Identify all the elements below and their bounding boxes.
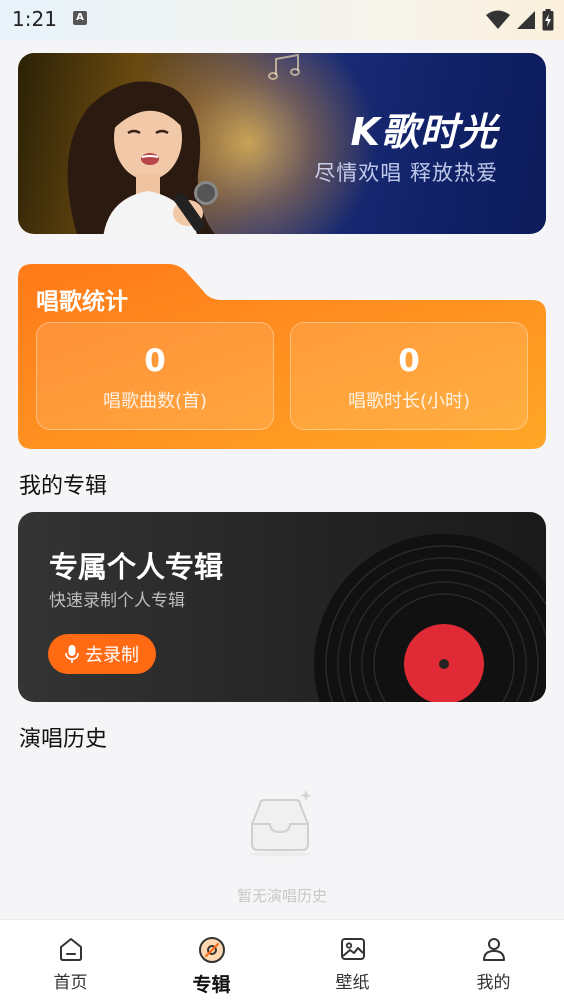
disc-icon <box>198 937 225 963</box>
stat-song-count-value: 0 <box>144 343 166 379</box>
stats-title: 唱歌统计 <box>36 289 128 315</box>
battery-charging-icon <box>542 9 554 31</box>
stat-duration-label: 唱歌时长(小时) <box>347 391 471 412</box>
tab-profile-label: 我的 <box>476 973 511 993</box>
status-icons <box>486 9 554 31</box>
tab-profile[interactable]: 我的 <box>423 920 564 1004</box>
tab-home-label: 首页 <box>53 973 88 993</box>
hero-banner[interactable]: K歌时光 尽情欢唱 释放热爱 <box>18 53 546 234</box>
tab-album-label: 专辑 <box>192 974 231 996</box>
bottom-tabbar: 首页 专辑 壁纸 我的 <box>0 919 564 1004</box>
album-card-subtitle: 快速录制个人专辑 <box>49 591 185 611</box>
banner-title: K歌时光 <box>350 110 498 154</box>
notification-badge-icon: A <box>73 11 87 25</box>
album-card-title: 专属个人专辑 <box>49 550 224 584</box>
history-heading: 演唱历史 <box>19 727 108 752</box>
vinyl-record-icon <box>314 534 546 702</box>
personal-album-card[interactable]: 专属个人专辑 快速录制个人专辑 去录制 <box>18 512 546 702</box>
signal-icon <box>517 11 535 29</box>
status-time: 1:21 <box>12 7 57 31</box>
tab-wallpaper[interactable]: 壁纸 <box>282 920 423 1004</box>
music-note-icon <box>268 53 300 80</box>
microphone-icon <box>65 645 79 663</box>
home-icon <box>59 938 82 961</box>
banner-subtitle: 尽情欢唱 释放热爱 <box>314 161 498 185</box>
stat-duration: 0 唱歌时长(小时) <box>290 322 528 430</box>
stat-song-count-label: 唱歌曲数(首) <box>102 391 208 412</box>
empty-box-icon <box>250 790 312 857</box>
record-button[interactable]: 去录制 <box>48 634 156 674</box>
stat-song-count: 0 唱歌曲数(首) <box>36 322 274 430</box>
singer-illustration <box>67 81 218 234</box>
status-bar: 1:21 A <box>0 0 564 40</box>
my-albums-heading: 我的专辑 <box>19 474 108 499</box>
user-icon <box>482 938 505 961</box>
tab-home[interactable]: 首页 <box>0 920 141 1004</box>
stat-duration-value: 0 <box>398 343 420 379</box>
image-icon <box>340 938 365 960</box>
singing-stats-card: 唱歌统计 0 唱歌曲数(首) 0 唱歌时长(小时) <box>18 264 546 449</box>
record-button-label: 去录制 <box>85 645 139 666</box>
tab-album[interactable]: 专辑 <box>141 920 282 1004</box>
history-empty-text: 暂无演唱历史 <box>236 887 327 905</box>
wifi-icon <box>486 10 510 29</box>
tab-wallpaper-label: 壁纸 <box>335 973 370 993</box>
